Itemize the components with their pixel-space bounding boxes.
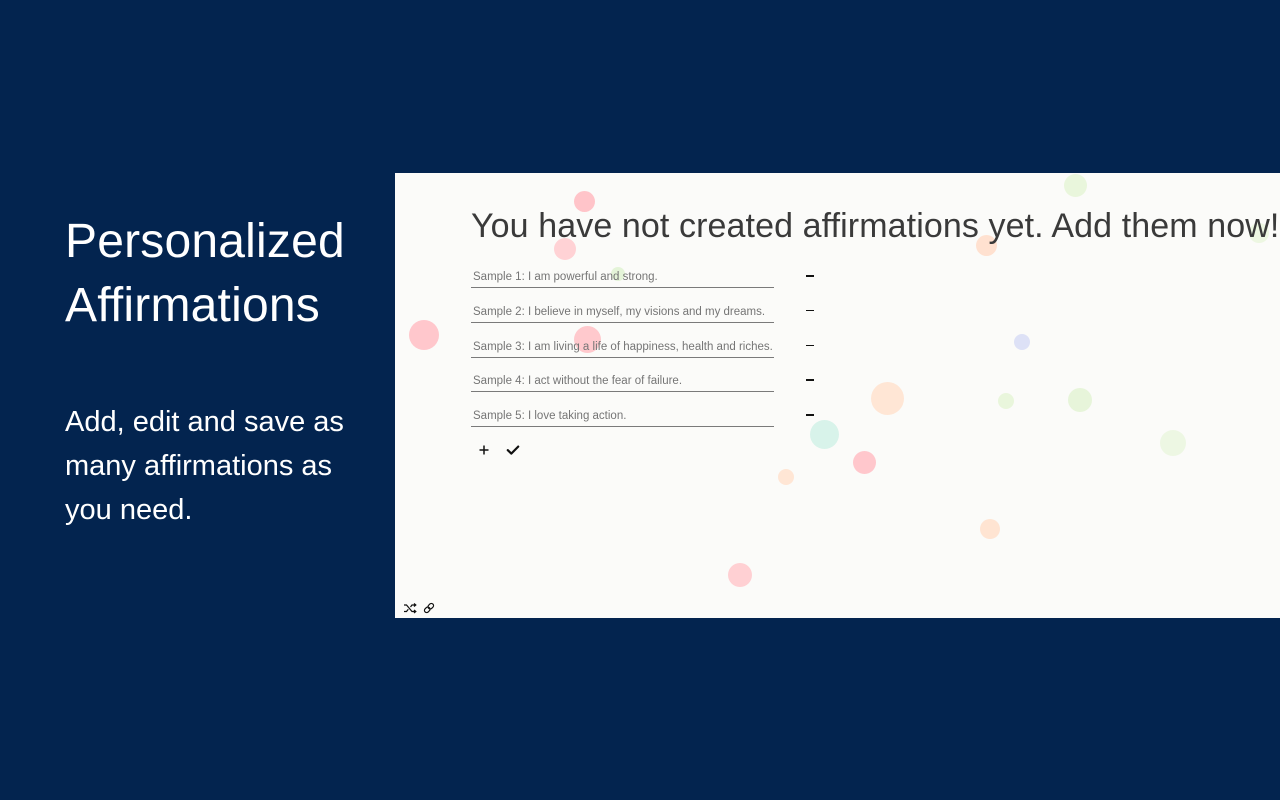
affirmation-input-3[interactable]: [471, 336, 774, 358]
add-affirmation-button[interactable]: [475, 441, 493, 459]
shuffle-button[interactable]: [403, 601, 417, 615]
affirmation-input-2[interactable]: [471, 301, 774, 323]
affirmation-input-1[interactable]: [471, 267, 774, 288]
remove-affirmation-button[interactable]: [805, 371, 815, 389]
decorative-bubble: [1064, 174, 1087, 197]
minus-icon: [806, 309, 814, 312]
decorative-bubble: [1160, 430, 1186, 456]
remove-affirmation-button[interactable]: [805, 267, 815, 285]
minus-icon: [806, 379, 814, 381]
affirmation-row: [471, 267, 821, 302]
remove-affirmation-button[interactable]: [805, 406, 815, 424]
decorative-bubble: [1068, 388, 1092, 412]
decorative-bubble: [998, 393, 1014, 409]
decorative-bubble: [871, 382, 904, 415]
plus-icon: [479, 445, 489, 455]
link-button[interactable]: [422, 601, 436, 615]
decorative-bubble: [409, 320, 439, 350]
decorative-bubble: [778, 469, 794, 485]
decorative-bubble: [853, 451, 876, 474]
remove-affirmation-button[interactable]: [805, 302, 815, 320]
promo-section: Personalized Affirmations Add, edit and …: [65, 210, 385, 532]
promo-description: Add, edit and save as many affirmations …: [65, 406, 344, 526]
remove-affirmation-button[interactable]: [805, 337, 815, 355]
minus-icon: [806, 414, 814, 416]
shuffle-icon: [404, 603, 417, 614]
minus-icon: [806, 275, 814, 277]
promo-title: Personalized Affirmations: [65, 215, 345, 332]
affirmation-row: [471, 406, 821, 441]
save-affirmations-button[interactable]: [504, 441, 522, 459]
minus-icon: [806, 344, 814, 347]
checkmark-icon: [506, 445, 520, 455]
affirmation-row: [471, 301, 821, 337]
affirmation-input-4[interactable]: [471, 371, 774, 393]
affirmation-input-5[interactable]: [471, 406, 774, 428]
affirmation-row: [471, 336, 821, 372]
link-icon: [423, 602, 435, 614]
empty-state-heading: You have not created affirmations yet. A…: [471, 207, 1280, 245]
decorative-bubble: [728, 563, 752, 587]
affirmation-list: [471, 267, 821, 441]
decorative-bubble: [980, 519, 1000, 539]
affirmation-row: [471, 371, 821, 406]
decorative-bubble: [1014, 334, 1030, 350]
app-screenshot: You have not created affirmations yet. A…: [395, 173, 1280, 618]
